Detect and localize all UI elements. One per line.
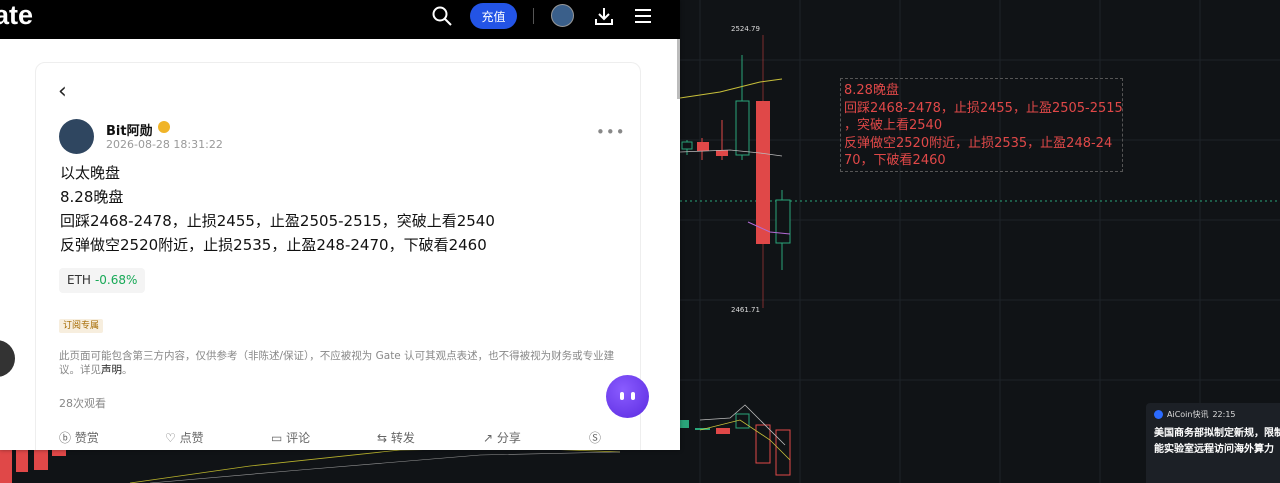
disclaimer-end: 。	[122, 364, 133, 376]
recharge-button[interactable]: 充值	[470, 3, 517, 29]
candles	[681, 55, 791, 270]
aicoin-logo-icon	[1154, 410, 1163, 419]
disclaimer: 此页面可能包含第三方内容，仅供参考（非陈述/保证），不应被视为 Gate 认可其…	[59, 349, 619, 377]
tip-button[interactable]: ⓑ 赞赏	[59, 429, 99, 446]
comment-label: 评论	[286, 431, 311, 445]
annotation-line: 8.28晚盘	[844, 83, 899, 98]
comment-button[interactable]: ▭ 评论	[271, 429, 310, 446]
scrollbar[interactable]	[677, 39, 680, 99]
back-icon[interactable]: ‹	[58, 79, 67, 104]
assistant-bot-button[interactable]	[606, 375, 649, 418]
news-headline-line: 美国商务部拟制定新规，限制	[1154, 428, 1280, 439]
news-headline-line: 能实验室远程访问海外算力	[1154, 444, 1274, 455]
news-source: AiCoin快讯	[1167, 410, 1209, 419]
news-time: 22:15	[1212, 410, 1236, 419]
post-card: ‹ Bit阿勋 2026-08-28 18:31:22 ••• 以太晚盘 8.2…	[35, 62, 641, 450]
thumbs-up-icon: ♡	[165, 431, 176, 445]
tip-label: 赞赏	[74, 431, 99, 445]
top-nav-bar: ate 充值	[0, 0, 680, 39]
disclaimer-text: 此页面可能包含第三方内容，仅供参考（非陈述/保证），不应被视为 Gate 认可其…	[59, 350, 615, 376]
action-bar: ⓑ 赞赏 ♡ 点赞 ▭ 评论 ⇆ 转发 ↗ 分享 Ⓢ	[59, 429, 619, 445]
more-options-icon[interactable]: •••	[596, 123, 626, 141]
annotation-line: ，突破上看2540	[844, 118, 943, 133]
coin-change: -0.68%	[94, 273, 138, 287]
price-high-label: 2524.79	[731, 25, 760, 33]
comment-icon: ▭	[271, 431, 283, 445]
subscription-badge-label: 订阅专属	[63, 321, 100, 331]
coin-icon: ⓑ	[59, 431, 72, 445]
news-flash-card[interactable]: AiCoin快讯 22:15 美国商务部拟制定新规，限制 能实验室远程访问海外算…	[1146, 403, 1280, 483]
post-content: 以太晚盘 8.28晚盘 回踩2468-2478，止损2455，止盈2505-25…	[60, 161, 495, 257]
repost-label: 转发	[390, 431, 415, 445]
like-button[interactable]: ♡ 点赞	[165, 429, 204, 446]
download-icon[interactable]	[594, 6, 614, 26]
post-line: 8.28晚盘	[60, 188, 124, 206]
repost-button[interactable]: ⇆ 转发	[377, 429, 415, 446]
disclaimer-link[interactable]: 声明	[101, 364, 122, 376]
post-date: 2026-08-28 18:31:22	[106, 138, 223, 151]
divider	[533, 8, 534, 24]
price-low-label: 2461.71	[731, 306, 760, 314]
chart-annotation[interactable]: 8.28晚盘 回踩2468-2478，止损2455，止盈2505-2515 ，突…	[840, 78, 1123, 172]
share-button[interactable]: ↗ 分享	[483, 429, 521, 446]
gate-post-window: ate 充值 ‹ Bit阿勋 2026-08-28 18:31:22 ••• 以…	[0, 0, 680, 450]
dollar-icon[interactable]: Ⓢ	[589, 429, 601, 446]
post-line: 回踩2468-2478，止损2455，止盈2505-2515，突破上看2540	[60, 212, 495, 230]
gate-logo[interactable]: ate	[0, 0, 33, 30]
annotation-line: 回踩2468-2478，止损2455，止盈2505-2515	[844, 100, 1123, 116]
search-icon[interactable]	[432, 6, 452, 26]
coin-tag[interactable]: ETH -0.68%	[59, 268, 146, 293]
user-avatar[interactable]	[551, 4, 574, 27]
side-float-button[interactable]	[0, 340, 15, 377]
annotation-line: 反弹做空2520附近，止损2535，止盈248-24	[844, 135, 1113, 151]
coin-symbol: ETH	[67, 273, 91, 287]
author-avatar[interactable]	[59, 119, 94, 154]
share-label: 分享	[496, 431, 521, 445]
view-count: 28次观看	[59, 397, 106, 410]
repost-icon: ⇆	[377, 431, 388, 445]
subscription-badge: 订阅专属	[59, 319, 104, 333]
post-line: 反弹做空2520附近，止损2535，止盈248-2470，下破看2460	[60, 236, 487, 254]
menu-icon[interactable]	[634, 6, 652, 26]
verified-badge-icon	[158, 121, 170, 133]
share-icon: ↗	[483, 431, 494, 445]
post-title: 以太晚盘	[60, 164, 121, 182]
like-label: 点赞	[179, 431, 204, 445]
ma-line-yellow	[679, 78, 783, 99]
annotation-line: 70，下破看2460	[844, 153, 946, 168]
author-name[interactable]: Bit阿勋	[106, 120, 153, 139]
